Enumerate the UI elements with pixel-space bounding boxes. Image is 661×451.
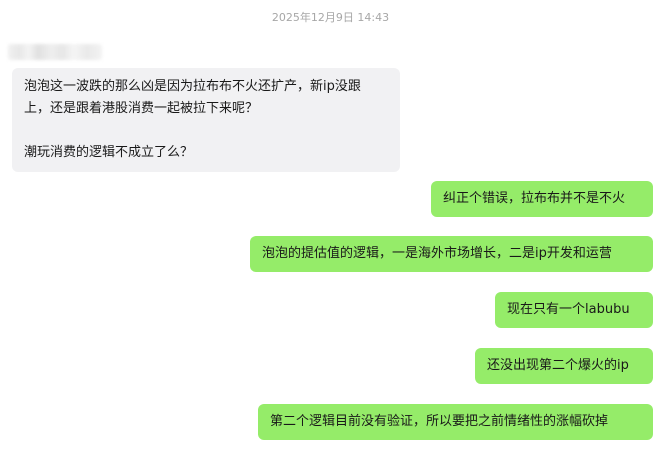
outgoing-message-bubble-1[interactable]: 纠正个错误，拉布布并不是不火 [431,181,653,217]
incoming-message-bubble[interactable]: 泡泡这一波跌的那么凶是因为拉布布不火还扩产，新ip没跟 上，还是跟着港股消费一起… [12,68,400,172]
incoming-message-line-2: 上，还是跟着港股消费一起被拉下来呢？ [24,101,259,116]
chat-window: 2025年12月9日 14:43 泡泡这一波跌的那么凶是因为拉布布不火还扩产，新… [0,0,661,451]
message-paragraph-gap [24,120,388,142]
incoming-message-line-1: 泡泡这一波跌的那么凶是因为拉布布不火还扩产，新ip没跟 [24,79,361,94]
outgoing-message-bubble-5[interactable]: 第二个逻辑目前没有验证，所以要把之前情绪性的涨幅砍掉 [258,404,653,440]
blurred-sender-name [8,44,102,60]
incoming-message-line-3: 潮玩消费的逻辑不成立了么？ [24,145,194,160]
outgoing-message-bubble-3[interactable]: 现在只有一个labubu [495,292,653,328]
outgoing-message-bubble-4[interactable]: 还没出现第二个爆火的ip [475,348,653,384]
message-timestamp: 2025年12月9日 14:43 [271,11,390,24]
outgoing-message-bubble-2[interactable]: 泡泡的提估值的逻辑，一是海外市场增长，二是ip开发和运营 [250,236,653,272]
